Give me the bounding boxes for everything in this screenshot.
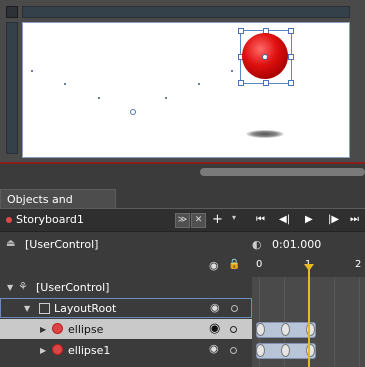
eye-icon[interactable]: ◉ — [209, 321, 220, 336]
playhead[interactable] — [308, 266, 310, 367]
tree-row-ellipse1[interactable]: ▶ ellipse1 ◉ — [0, 340, 252, 360]
keyframe[interactable] — [256, 323, 265, 336]
resize-handle[interactable] — [288, 54, 294, 60]
grid-icon — [39, 303, 50, 314]
scope-label: [UserControl] — [25, 238, 99, 251]
tree-row-usercontrol[interactable]: ▼ ⚘ [UserControl] — [0, 277, 252, 297]
scope-up-icon[interactable]: ⏏ — [6, 238, 15, 249]
storyboard-options-icon[interactable]: ≫ — [175, 213, 190, 228]
previous-frame-icon[interactable]: ◀| — [279, 214, 290, 225]
tree-row-label: ellipse1 — [68, 344, 111, 357]
motion-path-keypoint[interactable] — [130, 109, 136, 115]
record-indicator-icon — [6, 217, 12, 223]
keyframe[interactable] — [256, 344, 265, 357]
horizontal-ruler — [22, 6, 350, 18]
keyframe[interactable] — [281, 344, 290, 357]
ruler-tick-label: 0 — [256, 259, 263, 270]
motion-path-point — [98, 97, 100, 99]
close-storyboard-icon[interactable]: ✕ — [191, 213, 206, 228]
design-canvas[interactable] — [22, 22, 350, 158]
resize-handle[interactable] — [263, 80, 269, 86]
current-time[interactable]: 0:01.000 — [272, 238, 321, 251]
motion-path-point — [31, 70, 33, 72]
ellipse-icon — [52, 323, 63, 334]
ruler-tick-label: 2 — [355, 259, 362, 270]
play-icon[interactable]: ▶ — [305, 214, 313, 225]
playhead-handle[interactable] — [304, 264, 314, 271]
tree-row-label: [UserControl] — [36, 281, 110, 294]
motion-path-point — [198, 83, 200, 85]
lock-toggle-icon[interactable] — [230, 347, 237, 354]
usercontrol-icon: ⚘ — [18, 280, 28, 293]
tree-row-ellipse[interactable]: ▶ ellipse ◉ — [0, 319, 252, 339]
expand-icon[interactable]: ▶ — [40, 325, 46, 334]
keyframe[interactable] — [281, 323, 290, 336]
add-storyboard-icon[interactable]: + — [212, 213, 223, 226]
expand-icon[interactable]: ▼ — [24, 304, 30, 313]
tree-row-label: ellipse — [68, 323, 104, 336]
chevron-down-icon[interactable]: ▾ — [232, 213, 236, 222]
tree-row-layoutroot[interactable]: ▼ LayoutRoot ◉ — [0, 298, 252, 318]
transform-center-point[interactable] — [262, 54, 268, 60]
ruler-corner — [6, 6, 18, 18]
eye-icon[interactable]: ◉ — [210, 301, 220, 314]
storyboard-name[interactable]: Storyboard1 — [16, 213, 84, 226]
tree-row-label: LayoutRoot — [54, 302, 117, 315]
expand-icon[interactable]: ▼ — [7, 283, 13, 292]
lock-toggle-icon[interactable] — [230, 326, 237, 333]
eye-icon[interactable]: ◉ — [209, 342, 219, 355]
recording-border — [0, 162, 365, 164]
timeline-grid-line — [359, 277, 360, 367]
go-to-last-frame-icon[interactable]: ⏭ — [350, 214, 359, 225]
add-keyframe-icon[interactable]: ◐ — [252, 238, 262, 251]
horizontal-scrollbar[interactable] — [200, 168, 365, 176]
timeline-grid-line — [334, 277, 335, 367]
ellipse-icon — [52, 344, 63, 355]
ellipse-shadow — [246, 130, 284, 138]
vertical-ruler — [6, 22, 18, 154]
motion-path-point — [64, 83, 66, 85]
resize-handle[interactable] — [238, 28, 244, 34]
eye-icon[interactable]: ◉ — [209, 259, 219, 272]
go-to-first-frame-icon[interactable]: ⏮ — [256, 214, 265, 225]
resize-handle[interactable] — [238, 80, 244, 86]
motion-path-point — [231, 70, 233, 72]
next-frame-icon[interactable]: |▶ — [328, 214, 339, 225]
resize-handle[interactable] — [288, 80, 294, 86]
panel-tab-objects-timeline[interactable]: Objects and Timeline — [0, 189, 116, 226]
expand-icon[interactable]: ▶ — [40, 346, 46, 355]
resize-handle[interactable] — [288, 28, 294, 34]
lock-toggle-icon[interactable] — [231, 305, 238, 312]
motion-path-point — [165, 97, 167, 99]
lock-icon[interactable]: 🔒 — [228, 259, 240, 270]
